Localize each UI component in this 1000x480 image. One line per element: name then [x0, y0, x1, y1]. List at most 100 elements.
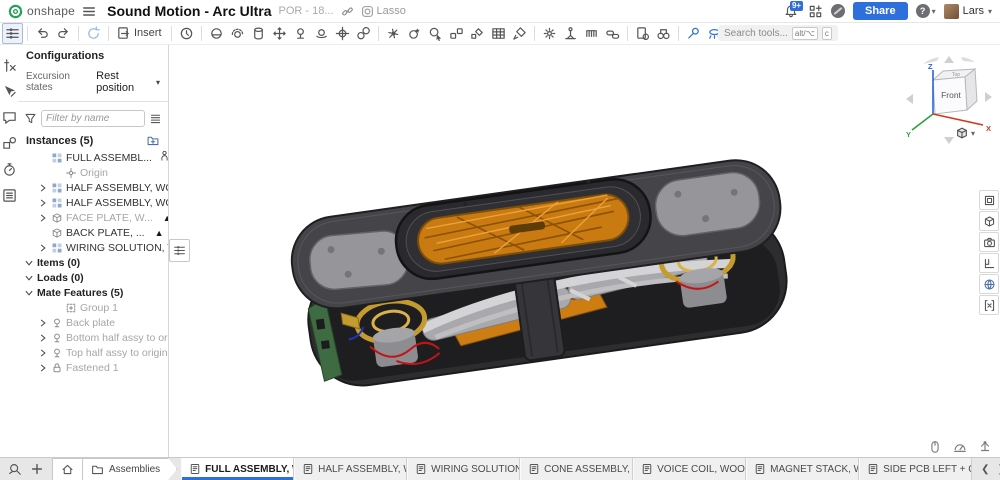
filter-input[interactable] [41, 110, 145, 127]
tab-wiring-solution[interactable]: WIRING SOLUTION, WO... [407, 458, 520, 480]
tangent-mate[interactable] [353, 23, 374, 44]
history-panel[interactable] [2, 162, 17, 177]
expand-chevron-icon[interactable] [38, 183, 48, 193]
slider-mate[interactable] [269, 23, 290, 44]
expand-chevron-icon[interactable] [38, 318, 48, 328]
update-linked[interactable] [83, 23, 104, 44]
tab-voice-coil[interactable]: VOICE COIL, WOOFER, ... [633, 458, 746, 480]
comb-analysis[interactable] [581, 23, 602, 44]
tabs-scroll-right[interactable]: ❯ [995, 464, 1000, 475]
configuration-dropdown[interactable]: Excursion states Rest position ▾ [26, 70, 160, 94]
expand-chevron-icon[interactable] [38, 198, 48, 208]
named-positions[interactable] [176, 23, 197, 44]
expand-chevron-icon[interactable] [38, 243, 48, 253]
view-cube[interactable]: Front Top Z Y X [903, 54, 995, 146]
insert-instance-icon[interactable] [146, 134, 160, 147]
custom-tables-panel[interactable] [979, 295, 999, 315]
frame-tool[interactable] [560, 23, 581, 44]
units-settings[interactable] [978, 440, 992, 454]
tree-section-items[interactable]: Items (0) [18, 255, 168, 270]
tabs-scroll-left[interactable]: ❮ [978, 464, 992, 475]
undo[interactable] [32, 23, 53, 44]
expand-chevron-icon[interactable] [24, 288, 34, 298]
tree-section-mate-features[interactable]: Mate Features (5) [18, 285, 168, 300]
pin-slot-mate[interactable] [290, 23, 311, 44]
expand-chevron-icon[interactable] [24, 273, 34, 283]
expand-chevron-icon[interactable] [38, 348, 48, 358]
tree-item-half-assembly-2[interactable]: HALF ASSEMBLY, WOOFER, ... [18, 195, 168, 210]
view-options-button[interactable]: ▾ [955, 126, 975, 140]
display-states-panel[interactable] [979, 190, 999, 210]
tab-half-assembly[interactable]: HALF ASSEMBLY, WOO... [294, 458, 407, 480]
feature-tree-toggle[interactable] [2, 23, 23, 44]
replicate[interactable] [446, 23, 467, 44]
mate[interactable] [206, 23, 227, 44]
filter-funnel-icon[interactable] [24, 112, 37, 125]
snapshot[interactable] [404, 23, 425, 44]
belt-tool[interactable] [602, 23, 623, 44]
tree-item-top-half-assy[interactable]: Top half assy to origin [18, 345, 168, 360]
tab-full-assembly[interactable]: FULL ASSEMBLY, WOO... [181, 458, 294, 480]
tree-item-half-assembly-1[interactable]: HALF ASSEMBLY, WOOFER, ... [18, 180, 168, 195]
ball-mate[interactable] [311, 23, 332, 44]
help-menu[interactable]: ? ▾ [916, 4, 936, 18]
tree-item-fastened-1[interactable]: Fastened 1 [18, 360, 168, 375]
tree-item-group-1[interactable]: Group 1 [18, 300, 168, 315]
search-tools[interactable]: Search tools... alt/⌥ c [718, 25, 838, 41]
expand-chevron-icon[interactable] [38, 213, 48, 223]
onshape-logo[interactable]: onshape [8, 4, 75, 19]
edit-appearance-panel[interactable] [2, 84, 17, 99]
share-button[interactable]: Share [853, 2, 908, 20]
notifications-button[interactable]: 9+ [784, 3, 800, 19]
expand-chevron-icon[interactable] [38, 333, 48, 343]
versions-panel[interactable] [2, 136, 17, 151]
user-menu[interactable]: Lars ▾ [944, 4, 992, 19]
tree-section-loads[interactable]: Loads (0) [18, 270, 168, 285]
tab-magnet-stack[interactable]: MAGNET STACK, WOO... [746, 458, 859, 480]
tree-item-back-plate[interactable]: BACK PLATE, ... ▲ [18, 225, 168, 240]
sheet-panel[interactable] [979, 253, 999, 273]
status-icon[interactable] [831, 4, 845, 18]
comments-panel[interactable] [2, 110, 17, 125]
selection-tool[interactable] [425, 23, 446, 44]
performance-gauge[interactable] [953, 440, 967, 454]
materials-panel[interactable] [979, 274, 999, 294]
tab-side-pcb[interactable]: SIDE PCB LEFT + CON... [859, 458, 972, 480]
expand-chevron-icon[interactable] [38, 363, 48, 373]
explode-view[interactable] [383, 23, 404, 44]
tree-item-face-plate[interactable]: FACE PLATE, W... ▲ [18, 210, 168, 225]
lasso-chip[interactable]: Lasso [361, 4, 406, 19]
find-tool[interactable] [653, 23, 674, 44]
variables-panel[interactable] [2, 58, 17, 73]
redo[interactable] [53, 23, 74, 44]
speaker-assembly-model[interactable] [265, 148, 845, 396]
cylindrical-mate[interactable] [248, 23, 269, 44]
appearance-tool[interactable] [509, 23, 530, 44]
add-tab-icon[interactable] [30, 462, 44, 476]
main-menu-icon[interactable] [82, 4, 96, 19]
apps-icon[interactable] [808, 4, 823, 19]
configurations-tool[interactable] [539, 23, 560, 44]
insert[interactable]: Insert [113, 23, 167, 44]
expand-chevron-icon[interactable] [24, 258, 34, 268]
tree-item-bottom-half-assy[interactable]: Bottom half assy to origin [18, 330, 168, 345]
parts-panel[interactable] [979, 211, 999, 231]
revolute-mate[interactable] [227, 23, 248, 44]
mouse-hints[interactable] [928, 440, 942, 454]
home-tab-button[interactable] [52, 458, 83, 480]
render-panel[interactable] [979, 232, 999, 252]
bom-table[interactable] [488, 23, 509, 44]
tree-item-full-assembly[interactable]: FULL ASSEMBL... [18, 150, 168, 165]
graphics-viewport[interactable]: Front Top Z Y X ▾ [169, 44, 1000, 457]
tree-item-wiring-solution[interactable]: WIRING SOLUTION, WOOFER,... [18, 240, 168, 255]
tree-item-back-plate-mate[interactable]: Back plate [18, 315, 168, 330]
panel-structure-toggle[interactable] [169, 239, 190, 262]
breadcrumb-assemblies[interactable]: Assemblies [83, 458, 177, 480]
pattern[interactable] [467, 23, 488, 44]
document-version[interactable]: POR - 18... [279, 5, 334, 17]
fastened-mate[interactable] [332, 23, 353, 44]
search-tabs-icon[interactable] [8, 462, 22, 476]
bom-panel[interactable] [2, 188, 17, 203]
sim-probe[interactable] [683, 23, 704, 44]
document-properties[interactable] [632, 23, 653, 44]
